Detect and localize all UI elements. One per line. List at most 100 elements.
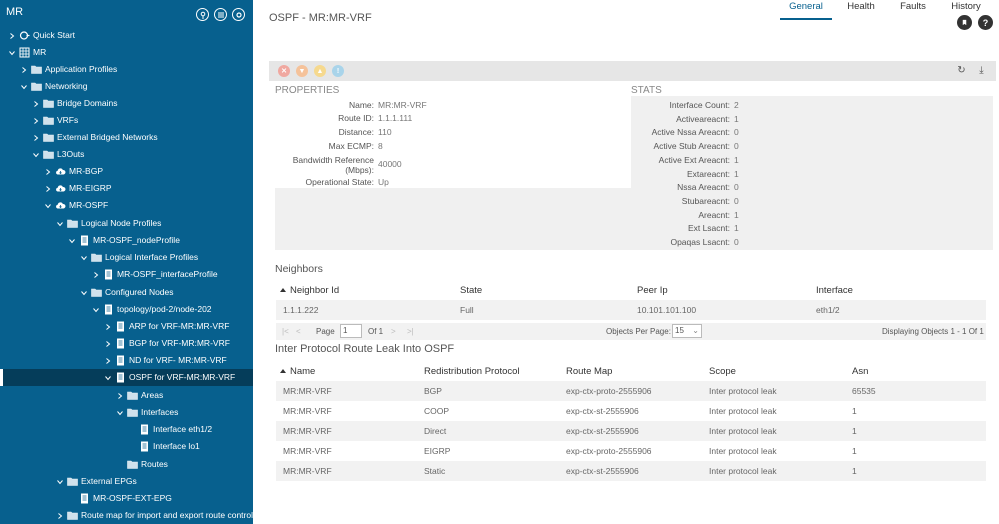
route-leak-cell: Inter protocol leak bbox=[709, 386, 777, 396]
pager-next-icon[interactable]: > bbox=[391, 327, 396, 336]
tree-item-label: MR-OSPF_interfaceProfile bbox=[117, 269, 218, 279]
tab-history[interactable]: History bbox=[945, 0, 987, 20]
tree-item[interactable]: MR-OSPF bbox=[0, 197, 253, 214]
route-leak-column-header[interactable]: Redistribution Protocol bbox=[424, 366, 520, 377]
tab-health[interactable]: Health bbox=[842, 0, 880, 20]
tree-item[interactable]: MR bbox=[0, 44, 253, 61]
route-leak-column-header[interactable]: Route Map bbox=[566, 366, 612, 377]
route-leak-row[interactable]: MR:MR-VRF Direct exp-ctx-st-2555906 Inter p… bbox=[276, 421, 986, 441]
route-leak-column-header[interactable]: Scope bbox=[709, 366, 736, 377]
refresh-icon[interactable]: ↻ bbox=[956, 65, 967, 77]
tree-item[interactable]: Application Profiles bbox=[0, 61, 253, 78]
chevron-down-icon[interactable] bbox=[80, 284, 88, 301]
tree-item[interactable]: Quick Start bbox=[0, 27, 253, 44]
chevron-down-icon[interactable] bbox=[20, 78, 28, 95]
list-icon[interactable] bbox=[214, 8, 227, 21]
tree-item[interactable]: L3Outs bbox=[0, 146, 253, 163]
pager-last-icon[interactable]: >| bbox=[407, 327, 414, 336]
stat-value: 1 bbox=[734, 154, 739, 165]
chevron-down-icon[interactable] bbox=[8, 44, 16, 61]
route-leak-column-header[interactable]: Name bbox=[280, 366, 315, 377]
chevron-down-icon[interactable] bbox=[68, 232, 76, 249]
tree-item[interactable]: External Bridged Networks bbox=[0, 129, 253, 146]
pager-page-input[interactable]: 1 bbox=[340, 324, 362, 338]
minor-fault-icon[interactable]: ▲ bbox=[314, 65, 326, 77]
neighbors-column-header[interactable]: State bbox=[460, 285, 482, 296]
tree-item[interactable]: Configured Nodes bbox=[0, 284, 253, 301]
chevron-right-icon[interactable] bbox=[104, 335, 112, 352]
route-leak-cell: MR:MR-VRF bbox=[283, 466, 332, 476]
route-leak-row[interactable]: MR:MR-VRF BGP exp-ctx-proto-2555906 Inter p… bbox=[276, 381, 986, 401]
critical-fault-icon[interactable]: ✕ bbox=[278, 65, 290, 77]
tree-item[interactable]: Bridge Domains bbox=[0, 95, 253, 112]
tree-item[interactable]: ARP for VRF-MR:MR-VRF bbox=[0, 318, 253, 335]
chevron-right-icon[interactable] bbox=[32, 112, 40, 129]
chevron-right-icon[interactable] bbox=[20, 61, 28, 78]
tree-item[interactable]: VRFs bbox=[0, 112, 253, 129]
chevron-right-icon[interactable] bbox=[44, 163, 52, 180]
tree-item[interactable]: topology/pod-2/node-202 bbox=[0, 301, 253, 318]
route-leak-column-header[interactable]: Asn bbox=[852, 366, 868, 377]
column-label: Route Map bbox=[566, 366, 613, 377]
route-leak-row[interactable]: MR:MR-VRF COOP exp-ctx-st-2555906 Inter pro… bbox=[276, 401, 986, 421]
neighbors-column-header[interactable]: Neighbor Id bbox=[280, 285, 339, 296]
neighbor-row[interactable]: 1.1.1.222 Full 10.101.101.100 eth1/2 bbox=[276, 300, 986, 320]
folder-icon bbox=[67, 218, 78, 229]
chevron-right-icon[interactable] bbox=[56, 507, 64, 524]
tree-item[interactable]: Interface eth1/2 bbox=[0, 421, 253, 438]
chevron-down-icon[interactable] bbox=[56, 215, 64, 232]
chevron-right-icon[interactable] bbox=[44, 180, 52, 197]
tree-item[interactable]: OSPF for VRF-MR:MR-VRF bbox=[0, 369, 253, 386]
chevron-down-icon[interactable] bbox=[44, 197, 52, 214]
tree-item[interactable]: Interface lo1 bbox=[0, 438, 253, 455]
chevron-down-icon[interactable] bbox=[104, 369, 112, 386]
pager-per-page-select[interactable]: 15 ⌄ bbox=[672, 324, 702, 338]
tree-item[interactable]: Routes bbox=[0, 456, 253, 473]
pager-per-page-value: 15 bbox=[675, 326, 684, 335]
chevron-right-icon[interactable] bbox=[116, 387, 124, 404]
tree-item[interactable]: MR-EIGRP bbox=[0, 180, 253, 197]
route-leak-row[interactable]: MR:MR-VRF EIGRP exp-ctx-proto-2555906 Inter… bbox=[276, 441, 986, 461]
route-leak-row[interactable]: MR:MR-VRF Static exp-ctx-st-2555906 Inter p… bbox=[276, 461, 986, 481]
properties-heading: PROPERTIES bbox=[275, 85, 340, 96]
pager-first-icon[interactable]: |< bbox=[282, 327, 289, 336]
tree-item[interactable]: External EPGs bbox=[0, 473, 253, 490]
neighbors-column-header[interactable]: Interface bbox=[816, 285, 853, 296]
tab-general[interactable]: General bbox=[780, 0, 832, 20]
chevron-down-icon[interactable] bbox=[116, 404, 124, 421]
tree-item[interactable]: Networking bbox=[0, 78, 253, 95]
pager-prev-icon[interactable]: < bbox=[296, 327, 301, 336]
tree-item[interactable]: MR-OSPF-EXT-EPG bbox=[0, 490, 253, 507]
chevron-right-icon[interactable] bbox=[104, 318, 112, 335]
chevron-down-icon[interactable] bbox=[92, 301, 100, 318]
chevron-down-icon[interactable] bbox=[32, 146, 40, 163]
warning-fault-icon[interactable]: ! bbox=[332, 65, 344, 77]
map-pin-icon[interactable] bbox=[196, 8, 209, 21]
folder-icon bbox=[43, 149, 54, 160]
sidebar-header-buttons bbox=[196, 8, 245, 21]
tree-item[interactable]: MR-BGP bbox=[0, 163, 253, 180]
chevron-right-icon[interactable] bbox=[32, 129, 40, 146]
tree-item[interactable]: Logical Node Profiles bbox=[0, 215, 253, 232]
tree-item[interactable]: Logical Interface Profiles bbox=[0, 249, 253, 266]
chevron-right-icon[interactable] bbox=[104, 352, 112, 369]
chevron-right-icon[interactable] bbox=[32, 95, 40, 112]
download-icon[interactable]: ⤓ bbox=[976, 65, 987, 77]
major-fault-icon[interactable]: ▼ bbox=[296, 65, 308, 77]
chevron-right-icon[interactable] bbox=[92, 266, 100, 283]
chevron-down-icon[interactable] bbox=[80, 249, 88, 266]
tree-item[interactable]: BGP for VRF-MR:MR-VRF bbox=[0, 335, 253, 352]
settings-icon[interactable] bbox=[232, 8, 245, 21]
chevron-right-icon[interactable] bbox=[8, 27, 16, 44]
neighbors-column-header[interactable]: Peer Ip bbox=[637, 285, 668, 296]
tree-item[interactable]: Route map for import and export route co… bbox=[0, 507, 253, 524]
chevron-down-icon[interactable] bbox=[56, 473, 64, 490]
folder-icon bbox=[43, 115, 54, 126]
tree-item[interactable]: MR-OSPF_interfaceProfile bbox=[0, 266, 253, 283]
stat-value: 0 bbox=[734, 182, 739, 193]
tree-item[interactable]: Interfaces bbox=[0, 404, 253, 421]
tree-item[interactable]: Areas bbox=[0, 387, 253, 404]
tree-item[interactable]: MR-OSPF_nodeProfile bbox=[0, 232, 253, 249]
tree-item[interactable]: ND for VRF- MR:MR-VRF bbox=[0, 352, 253, 369]
tab-faults[interactable]: Faults bbox=[896, 0, 930, 20]
